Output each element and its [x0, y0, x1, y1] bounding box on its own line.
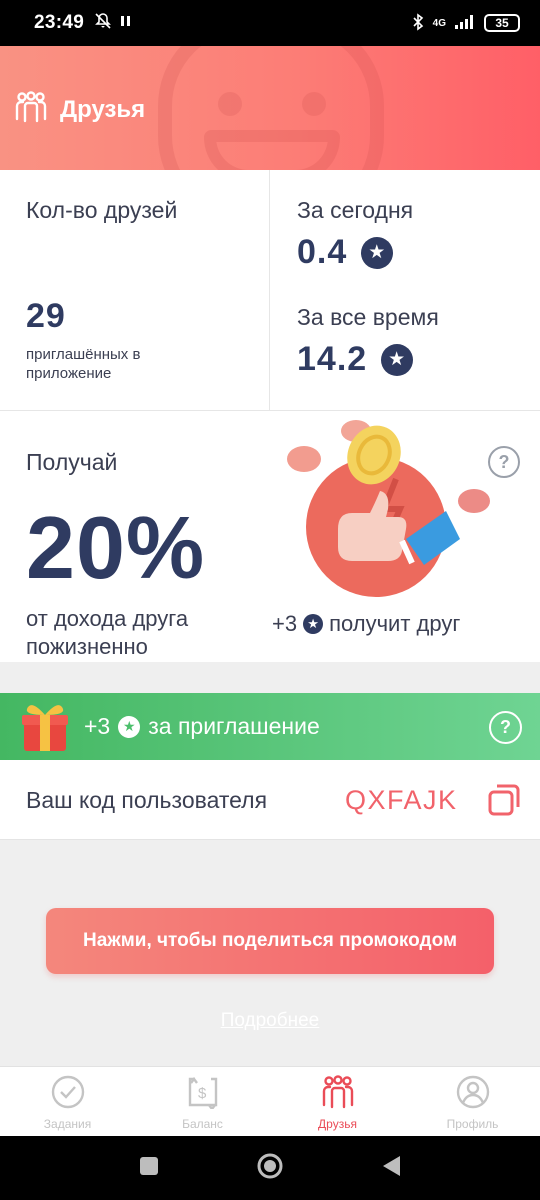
- bell-off-icon: [94, 12, 112, 35]
- star-coin-icon: ★: [303, 614, 324, 634]
- nav-tasks-label: Задания: [43, 1117, 92, 1131]
- alltime-earnings: 14.2 ★: [297, 340, 414, 379]
- svg-text:$: $: [198, 1085, 207, 1102]
- smiley-decoration: [158, 46, 384, 170]
- invite-help-icon[interactable]: ?: [489, 711, 522, 744]
- system-nav-bar: [0, 1136, 540, 1200]
- today-earnings: 0.4 ★: [297, 233, 394, 272]
- earn-help-icon[interactable]: ?: [488, 446, 520, 478]
- back-icon[interactable]: [380, 1154, 402, 1183]
- battery-indicator: 35: [484, 14, 520, 32]
- user-code-value[interactable]: QXFAJK: [345, 785, 458, 816]
- network-label: 4G: [432, 17, 446, 29]
- stats-panel: Кол-во друзей 29 приглашённых в приложен…: [0, 170, 540, 411]
- stats-divider: [269, 170, 270, 411]
- nav-friends[interactable]: Друзья: [270, 1067, 405, 1136]
- status-bar: 23:49 4G 35: [0, 0, 540, 46]
- nav-profile-label: Профиль: [446, 1117, 499, 1131]
- alltime-value: 14.2: [297, 340, 368, 378]
- page-title: Друзья: [60, 95, 146, 123]
- star-coin-icon: ★: [118, 715, 141, 738]
- share-promo-button[interactable]: Нажми, чтобы поделиться промокодом: [46, 908, 494, 974]
- home-icon[interactable]: [256, 1152, 284, 1185]
- friend-bonus: +3 ★ получит друг: [272, 611, 460, 637]
- referral-reward-panel: Получай 20% от дохода друга пожизненно ?…: [0, 411, 540, 662]
- friends-count-note: приглашённых в приложение: [26, 346, 141, 382]
- recents-icon[interactable]: [138, 1155, 160, 1182]
- invite-bonus-text: за приглашение: [148, 713, 320, 739]
- alltime-label: За все время: [297, 304, 439, 330]
- nav-balance[interactable]: $ Баланс: [135, 1067, 270, 1136]
- gift-icon: [20, 699, 70, 758]
- copy-icon[interactable]: [486, 782, 522, 823]
- friends-icon: [14, 91, 48, 128]
- star-coin-icon: ★: [361, 236, 394, 269]
- user-code-row: Ваш код пользователя QXFAJK: [0, 760, 540, 840]
- friend-bonus-text: получит друг: [329, 611, 461, 636]
- nav-balance-label: Баланс: [182, 1117, 223, 1131]
- friends-icon: [320, 1075, 356, 1112]
- profile-icon: [456, 1075, 490, 1112]
- friends-count-value: 29: [26, 297, 66, 335]
- earn-description: от дохода друга пожизненно: [26, 606, 189, 659]
- nav-friends-label: Друзья: [318, 1117, 357, 1131]
- earn-label: Получай: [26, 449, 118, 475]
- nav-tasks[interactable]: Задания: [0, 1067, 135, 1136]
- more-info-link[interactable]: Подробнее: [0, 1010, 540, 1032]
- invite-bonus-amount: +3: [84, 713, 111, 739]
- today-label: За сегодня: [297, 197, 414, 223]
- thumbs-up-illustration: [286, 419, 496, 599]
- check-circle-icon: [51, 1075, 85, 1112]
- user-code-label: Ваш код пользователя: [26, 787, 268, 813]
- status-time: 23:49: [34, 12, 85, 33]
- bluetooth-icon: [411, 12, 425, 34]
- pause-icon: [120, 14, 132, 33]
- nav-profile[interactable]: Профиль: [405, 1067, 540, 1136]
- invite-bonus-banner[interactable]: +3 ★ за приглашение ?: [0, 693, 540, 760]
- friend-bonus-amount: +3: [272, 611, 298, 636]
- balance-icon: $: [186, 1075, 220, 1112]
- earn-percent: 20%: [26, 498, 206, 597]
- bottom-nav: Задания $ Баланс Друзья Профиль: [0, 1066, 540, 1136]
- today-value: 0.4: [297, 233, 348, 271]
- friends-count-label: Кол-во друзей: [26, 197, 178, 223]
- star-coin-icon: ★: [381, 343, 414, 376]
- page-header: Друзья: [0, 46, 540, 170]
- signal-icon: [454, 14, 476, 33]
